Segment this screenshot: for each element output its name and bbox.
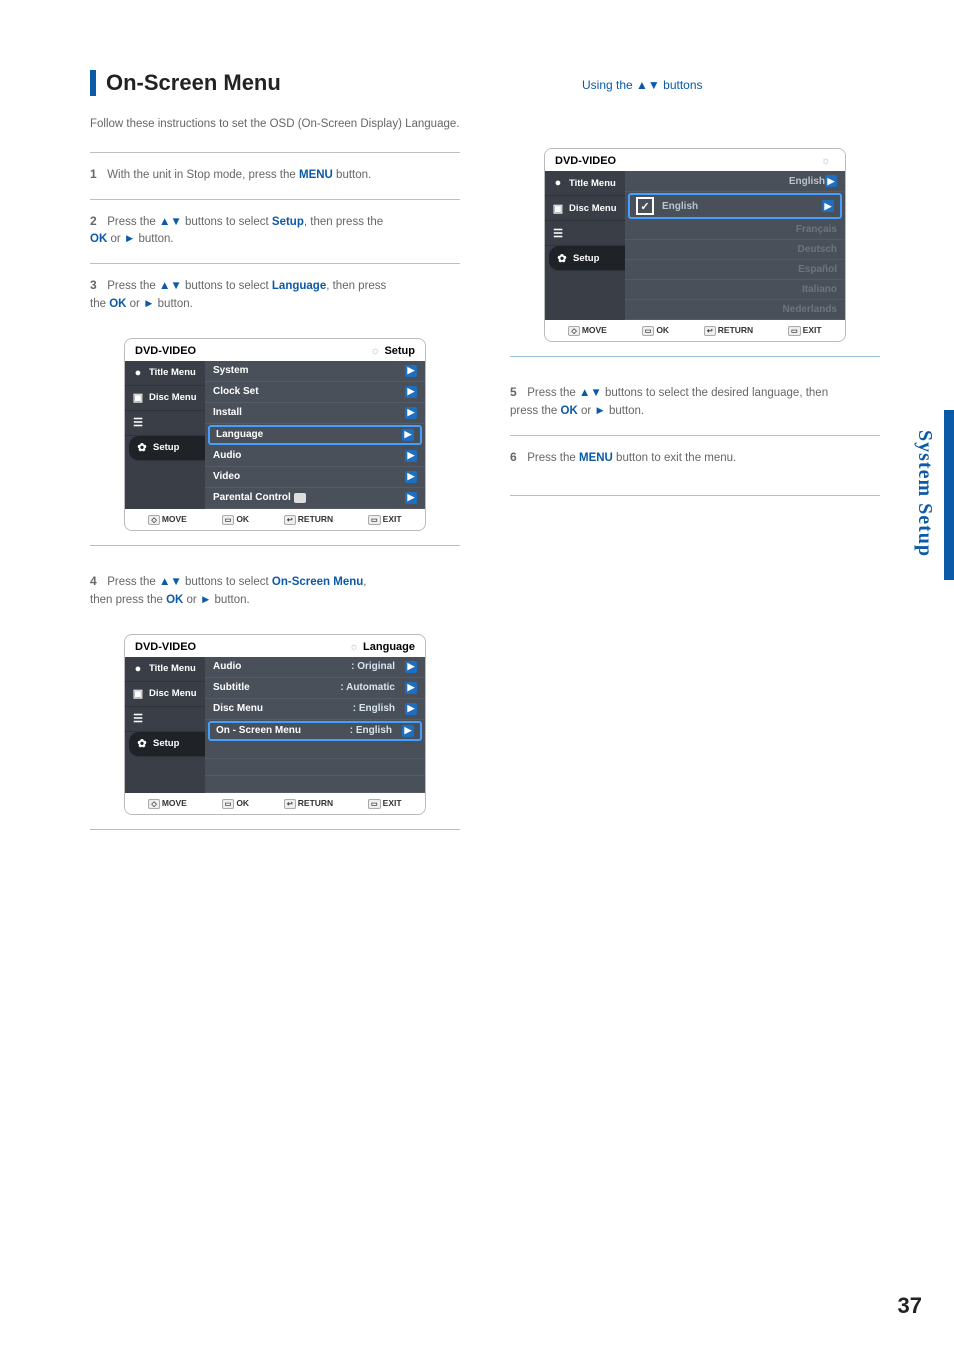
dot-icon: ●	[131, 662, 145, 676]
step-number: 6	[510, 448, 524, 467]
right-arrow-icon: ►	[200, 594, 211, 606]
gear-icon: ☼	[349, 641, 359, 653]
down-arrow-icon: ▼	[170, 576, 181, 588]
osd-language-screenshot: DVD-VIDEO ☼Language ●Title Menu ▣Disc Me…	[124, 634, 426, 815]
up-arrow-icon: ▲	[159, 280, 170, 292]
dot-icon: ●	[551, 176, 565, 190]
header-arrows: Using the ▲▼ buttons	[582, 78, 703, 92]
gear-icon: ✿	[135, 441, 149, 455]
right-arrow-icon: ▶	[822, 200, 834, 212]
separator	[510, 495, 880, 496]
down-arrow-icon: ▼	[170, 280, 181, 292]
right-arrow-icon: ►	[143, 298, 154, 310]
osd-title: DVD-VIDEO	[555, 155, 616, 167]
right-column: DVD-VIDEO ☼ ●Title Menu ▣Disc Menu ☰ ✿Se…	[510, 108, 880, 844]
right-arrow-icon: ▶	[405, 450, 417, 462]
right-arrow-icon: ▶	[405, 471, 417, 483]
right-arrow-icon: ▶	[405, 386, 417, 398]
section-header: On-Screen Menu	[90, 70, 884, 96]
right-arrow-icon: ▶	[405, 492, 417, 504]
step-2: 2 Press the ▲▼ buttons to select Setup, …	[90, 199, 460, 264]
osd-languages-list-screenshot: DVD-VIDEO ☼ ●Title Menu ▣Disc Menu ☰ ✿Se…	[544, 148, 846, 342]
side-tab-label: System Setup	[913, 430, 936, 557]
lock-icon	[294, 493, 306, 503]
step-number: 5	[510, 383, 524, 402]
osd-main: English▶ ✓ English ▶ Français Deutsch Es…	[625, 171, 845, 320]
separator	[90, 545, 460, 546]
down-arrow-icon: ▼	[590, 387, 601, 399]
osd-sidebar: ●Title Menu ▣Disc Menu ☰ ✿Setup	[545, 171, 625, 320]
step-number: 3	[90, 276, 104, 295]
list-icon: ☰	[551, 226, 565, 240]
up-arrow-icon: ▲	[159, 216, 170, 228]
check-icon: ✓	[636, 197, 654, 215]
gear-icon: ☼	[821, 155, 831, 167]
right-arrow-icon: ►	[124, 233, 135, 245]
down-arrow-icon: ▼	[170, 216, 181, 228]
step-1: 1 With the unit in Stop mode, press the …	[90, 152, 460, 199]
dot-icon: ●	[131, 366, 145, 380]
osd-main: System▶ Clock Set▶ Install▶ Language▶ Au…	[205, 361, 425, 509]
osd-title: DVD-VIDEO	[135, 345, 196, 357]
right-arrow-icon: ▶	[825, 175, 837, 187]
right-arrow-icon: ▶	[405, 703, 417, 715]
osd-title: DVD-VIDEO	[135, 641, 196, 653]
page-number: 37	[898, 1293, 922, 1319]
separator	[90, 829, 460, 830]
step-4: 4 Press the ▲▼ buttons to select On-Scre…	[90, 560, 460, 624]
disc-icon: ▣	[131, 687, 145, 701]
up-arrow-icon: ▲	[636, 78, 648, 92]
side-tab-bar	[944, 410, 954, 580]
osd-sidebar: ●Title Menu ▣Disc Menu ☰ ✿Setup	[125, 657, 205, 793]
left-column: Follow these instructions to set the OSD…	[90, 108, 460, 844]
right-arrow-icon: ▶	[402, 725, 414, 737]
up-arrow-icon: ▲	[159, 576, 170, 588]
right-arrow-icon: ▶	[405, 365, 417, 377]
right-arrow-icon: ►	[594, 405, 605, 417]
osd-footer: ◇MOVE ▭OK ↩RETURN ▭EXIT	[125, 509, 425, 530]
disc-icon: ▣	[551, 201, 565, 215]
step-6: 6 Press the MENU button to exit the menu…	[510, 435, 880, 482]
down-arrow-icon: ▼	[648, 78, 660, 92]
step-5: 5 Press the ▲▼ buttons to select the des…	[510, 371, 880, 435]
up-arrow-icon: ▲	[579, 387, 590, 399]
right-arrow-icon: ▶	[402, 429, 414, 441]
osd-main: Audio: Original▶ Subtitle: Automatic▶ Di…	[205, 657, 425, 793]
gear-icon: ✿	[555, 251, 569, 265]
list-icon: ☰	[131, 712, 145, 726]
right-arrow-icon: ▶	[405, 661, 417, 673]
step-number: 2	[90, 212, 104, 231]
step-number: 4	[90, 572, 104, 591]
step-3: 3 Press the ▲▼ buttons to select Languag…	[90, 263, 460, 328]
intro-text: Follow these instructions to set the OSD…	[90, 116, 460, 134]
right-arrow-icon: ▶	[405, 407, 417, 419]
separator	[510, 356, 880, 357]
step-number: 1	[90, 165, 104, 184]
osd-footer: ◇MOVE ▭OK ↩RETURN ▭EXIT	[545, 320, 845, 341]
osd-setup-screenshot: DVD-VIDEO ☼Setup ●Title Menu ▣Disc Menu …	[124, 338, 426, 531]
osd-sidebar: ●Title Menu ▣Disc Menu ☰ ✿Setup	[125, 361, 205, 509]
list-icon: ☰	[131, 416, 145, 430]
gear-icon: ☼	[370, 345, 380, 357]
gear-icon: ✿	[135, 737, 149, 751]
section-title: On-Screen Menu	[106, 70, 884, 96]
disc-icon: ▣	[131, 391, 145, 405]
osd-footer: ◇MOVE ▭OK ↩RETURN ▭EXIT	[125, 793, 425, 814]
right-arrow-icon: ▶	[405, 682, 417, 694]
